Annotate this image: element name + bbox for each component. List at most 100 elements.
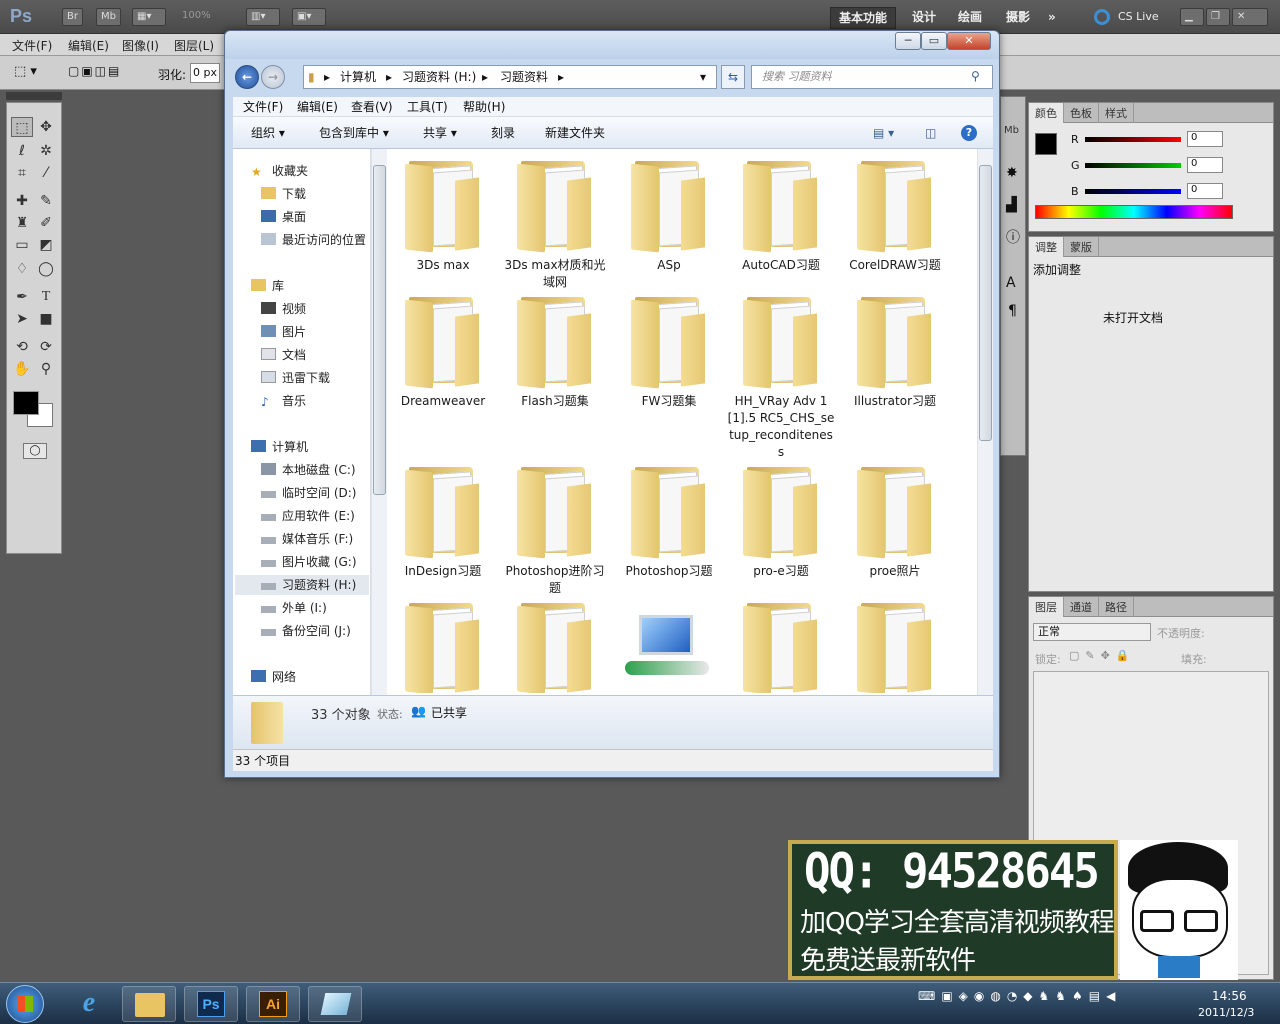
marquee-preset-icon[interactable]: ⬚ ▾ xyxy=(14,64,54,82)
lock-icons[interactable]: ▢✎✥🔒 xyxy=(1069,649,1136,662)
forward-arrow-icon[interactable]: → xyxy=(261,65,285,89)
zoom-tool-icon[interactable]: ⚲ xyxy=(35,359,57,379)
navigator-icon[interactable]: ✸ xyxy=(1006,165,1018,181)
search-icon[interactable]: ⚲ xyxy=(971,69,980,83)
info-icon[interactable]: ⓘ xyxy=(1006,227,1020,247)
close-icon[interactable]: ✕ xyxy=(1232,8,1268,26)
app-icon[interactable] xyxy=(308,986,362,1022)
lasso-tool-icon[interactable]: ℓ xyxy=(11,141,33,161)
arrange-documents-button[interactable]: ▥▾ xyxy=(246,8,280,26)
menu-image[interactable]: 图像(I) xyxy=(122,37,159,54)
panel-collapse-bar[interactable] xyxy=(6,92,62,100)
channel-g-slider[interactable] xyxy=(1085,163,1181,168)
mini-bridge-button[interactable]: Mb xyxy=(96,8,121,26)
tab-paths[interactable]: 路径 xyxy=(1099,597,1134,617)
hand-tool-icon[interactable]: ✋ xyxy=(11,359,33,379)
color-ramp[interactable] xyxy=(1035,205,1233,219)
view-extras-button[interactable]: ▦▾ xyxy=(132,8,166,26)
eyedropper-icon[interactable]: ⁄ xyxy=(35,163,57,183)
nav-drive-f[interactable]: 媒体音乐 (F:) xyxy=(261,529,353,549)
tab-swatches[interactable]: 色板 xyxy=(1064,103,1099,123)
channel-b-slider[interactable] xyxy=(1085,189,1181,194)
nav-drive-h-selected[interactable]: 习题资料 (H:) xyxy=(235,575,369,595)
search-input[interactable]: 搜索 习题资料 xyxy=(751,65,993,89)
chevron-down-icon[interactable]: ▾ xyxy=(700,66,706,88)
view-options-icon[interactable]: ▤ ▾ xyxy=(873,117,894,149)
nav-item-pictures[interactable]: 图片 xyxy=(261,322,306,342)
menu-file[interactable]: 文件(F) xyxy=(243,97,283,117)
nav-drive-g[interactable]: 图片收藏 (G:) xyxy=(261,552,357,572)
restore-icon[interactable]: ❐ xyxy=(1206,8,1230,26)
include-in-library-button[interactable]: 包含到库中 ▾ xyxy=(319,117,389,149)
feather-input[interactable]: 0 px xyxy=(190,63,220,83)
folder-tile[interactable]: AutoCAD习题 xyxy=(727,157,835,274)
histogram-icon[interactable]: ▟ xyxy=(1006,197,1017,213)
workspace-essentials[interactable]: 基本功能 xyxy=(830,7,897,29)
folder-tile[interactable]: Illustrator习题 xyxy=(841,293,949,410)
menu-view[interactable]: 查看(V) xyxy=(351,97,393,117)
nav-libraries[interactable]: 库 xyxy=(251,276,284,296)
nav-drive-i[interactable]: 外单 (I:) xyxy=(261,598,327,618)
folder-tile[interactable]: ASp xyxy=(615,157,723,274)
zoom-level[interactable]: 100% xyxy=(182,10,211,21)
photoshop-icon[interactable]: Ps xyxy=(184,986,238,1022)
illustrator-icon[interactable]: Ai xyxy=(246,986,300,1022)
folder-tile[interactable] xyxy=(615,599,723,693)
explorer-titlebar[interactable]: ─ ▭ ✕ xyxy=(225,31,999,59)
tab-adjustments[interactable]: 调整 xyxy=(1029,237,1064,257)
screen-mode-button[interactable]: ▣▾ xyxy=(292,8,326,26)
ie-icon[interactable]: e xyxy=(62,986,116,1022)
folder-tile[interactable]: Photoshop进阶习题 xyxy=(501,463,609,597)
nav-item-thunder[interactable]: 迅雷下载 xyxy=(261,368,330,388)
workspace-painting[interactable]: 绘画 xyxy=(950,7,990,27)
chevron-right-icon[interactable]: ▸ xyxy=(324,66,330,88)
path-select-icon[interactable]: ➤ xyxy=(11,309,33,329)
folder-tile[interactable]: Dreamweaver xyxy=(389,293,497,410)
marquee-tool-icon[interactable]: ⬚ xyxy=(11,117,33,137)
healing-brush-icon[interactable]: ✚ xyxy=(11,191,33,211)
nav-item-videos[interactable]: 视频 xyxy=(261,299,306,319)
fg-color-preview[interactable] xyxy=(1035,133,1057,155)
new-folder-button[interactable]: 新建文件夹 xyxy=(545,117,605,149)
dodge-tool-icon[interactable]: ◯ xyxy=(35,259,57,279)
tab-channels[interactable]: 通道 xyxy=(1064,597,1099,617)
paragraph-icon[interactable]: ¶ xyxy=(1008,303,1017,319)
folder-tile[interactable]: FW习题集 xyxy=(615,293,723,410)
nav-item-documents[interactable]: 文档 xyxy=(261,345,306,365)
channel-g-input[interactable]: 0 xyxy=(1187,157,1223,173)
brush-tool-icon[interactable]: ✎ xyxy=(35,191,57,211)
tray-icons[interactable]: ⌨▣◈◉◍◔◆♞♞♠▤◀ xyxy=(918,989,1121,1003)
nav-item-downloads[interactable]: 下载 xyxy=(261,184,306,204)
folder-tile[interactable]: 3Ds max xyxy=(389,157,497,274)
files-scrollbar[interactable] xyxy=(977,149,993,695)
folder-tile[interactable]: InDesign习题 xyxy=(389,463,497,580)
burn-button[interactable]: 刻录 xyxy=(491,117,515,149)
nav-computer[interactable]: 计算机 xyxy=(251,437,308,457)
refresh-icon[interactable]: ⇆ xyxy=(721,65,745,89)
channel-r-slider[interactable] xyxy=(1085,137,1181,142)
selection-mode-icons[interactable]: ▢▣◫▤ xyxy=(68,64,140,82)
folder-tile[interactable]: pro-e习题 xyxy=(727,463,835,580)
organize-button[interactable]: 组织 ▾ xyxy=(251,117,285,149)
nav-drive-c[interactable]: 本地磁盘 (C:) xyxy=(261,460,356,480)
nav-network[interactable]: 网络 xyxy=(251,667,296,687)
type-tool-icon[interactable]: T xyxy=(35,287,57,307)
breadcrumb-drive[interactable]: 习题资料 (H:) xyxy=(402,66,476,88)
back-arrow-icon[interactable]: ← xyxy=(235,65,259,89)
folder-tile[interactable] xyxy=(501,599,609,693)
workspace-photography[interactable]: 摄影 xyxy=(998,7,1038,27)
channel-r-input[interactable]: 0 xyxy=(1187,131,1223,147)
folder-tile[interactable]: CorelDRAW习题 xyxy=(841,157,949,274)
nav-scrollbar[interactable] xyxy=(371,149,387,695)
tab-layers[interactable]: 图层 xyxy=(1029,597,1064,617)
pen-tool-icon[interactable]: ✒ xyxy=(11,287,33,307)
nav-drive-d[interactable]: 临时空间 (D:) xyxy=(261,483,356,503)
folder-tile[interactable]: HH_VRay Adv 1[1].5 RC5_CHS_setup_recondi… xyxy=(727,293,835,461)
blur-tool-icon[interactable]: ♢ xyxy=(11,259,33,279)
more-workspaces-button[interactable]: » xyxy=(1040,7,1064,27)
folder-tile[interactable]: 3Ds max材质和光域网 xyxy=(501,157,609,291)
workspace-design[interactable]: 设计 xyxy=(904,7,944,27)
tab-styles[interactable]: 样式 xyxy=(1099,103,1134,123)
menu-edit[interactable]: 编辑(E) xyxy=(297,97,338,117)
help-icon[interactable]: ? xyxy=(961,125,977,141)
